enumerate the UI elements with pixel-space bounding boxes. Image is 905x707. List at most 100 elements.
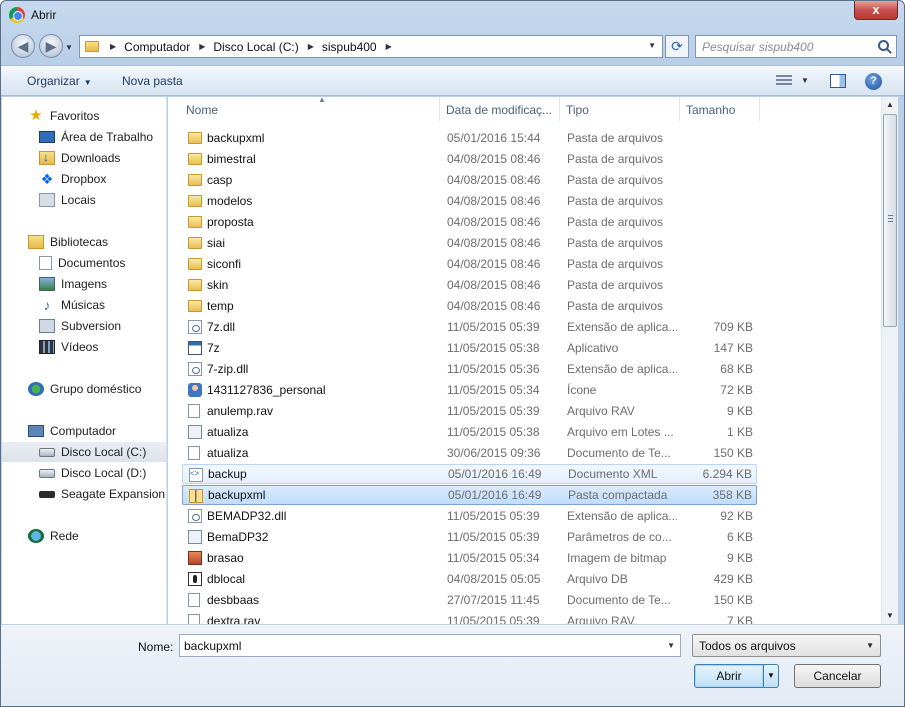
- breadcrumb-computer[interactable]: Computador: [122, 40, 192, 54]
- cancel-button[interactable]: Cancelar: [794, 664, 881, 688]
- file-row[interactable]: siconfi 04/08/2015 08:46 Pasta de arquivos: [182, 254, 757, 274]
- file-type-filter[interactable]: Todos os arquivos ▼: [692, 634, 881, 657]
- sidebar-item-disco-local-c[interactable]: Disco Local (C:): [2, 442, 166, 462]
- scroll-down-arrow[interactable]: ▼: [882, 608, 898, 624]
- subversion-icon: [39, 319, 55, 333]
- organize-button[interactable]: Organizar ▼: [27, 74, 92, 88]
- chevron-down-icon[interactable]: ▼: [667, 641, 675, 650]
- file-row[interactable]: backupxml 05/01/2016 15:44 Pasta de arquiv…: [182, 128, 757, 148]
- address-bar[interactable]: ▶ Computador ▶ Disco Local (C:) ▶ sispub…: [79, 35, 663, 58]
- file-type: Extensão de aplica...: [567, 509, 677, 523]
- column-header-size[interactable]: Tamanho: [680, 97, 760, 121]
- dialog-footer: Nome: backupxml ▼ Todos os arquivos ▼ Ab…: [1, 624, 904, 706]
- dropbox-icon: ❖: [40, 171, 54, 187]
- file-row[interactable]: skin 04/08/2015 08:46 Pasta de arquivos: [182, 275, 757, 295]
- file-type: Ícone: [567, 383, 597, 397]
- sidebar-item-seagate-expansion[interactable]: Seagate Expansion D: [39, 484, 167, 504]
- back-button[interactable]: ◀: [11, 34, 35, 58]
- file-row[interactable]: proposta 04/08/2015 08:46 Pasta de arquivo…: [182, 212, 757, 232]
- breadcrumb-disco-local-c[interactable]: Disco Local (C:): [211, 40, 300, 54]
- open-button[interactable]: Abrir: [694, 664, 764, 688]
- file-row[interactable]: desbbaas 27/07/2015 11:45 Documento de Te.…: [182, 590, 757, 610]
- sidebar-item-locais[interactable]: Locais: [39, 190, 166, 210]
- file-name-value: backupxml: [184, 639, 242, 653]
- view-options-icon[interactable]: [776, 75, 792, 87]
- file-row[interactable]: casp 04/08/2015 08:46 Pasta de arquivos: [182, 170, 757, 190]
- close-button[interactable]: x: [854, 1, 898, 20]
- chevron-right-icon[interactable]: ▶: [386, 42, 392, 51]
- sidebar-item-favoritos[interactable]: ★ Favoritos: [28, 106, 166, 126]
- address-dropdown[interactable]: ▼: [648, 41, 656, 50]
- file-row[interactable]: 7z 11/05/2015 05:38 Aplicativo 147 KB: [182, 338, 757, 358]
- sidebar-item-disco-local-d[interactable]: Disco Local (D:): [39, 463, 166, 483]
- text-document-icon: [188, 446, 200, 460]
- file-date: 05/01/2016 15:44: [447, 131, 541, 145]
- sidebar-item-computador[interactable]: Computador: [28, 421, 166, 441]
- sidebar-item-musicas[interactable]: ♪ Músicas: [39, 295, 166, 315]
- chevron-down-icon[interactable]: ▼: [801, 76, 809, 85]
- open-options-dropdown[interactable]: ▼: [763, 664, 779, 688]
- file-row[interactable]: modelos 04/08/2015 08:46 Pasta de arquivos: [182, 191, 757, 211]
- sidebar-item-videos[interactable]: Vídeos: [39, 337, 166, 357]
- recent-locations-dropdown[interactable]: ▼: [65, 43, 73, 52]
- breadcrumb-sispub400[interactable]: sispub400: [320, 40, 379, 54]
- file-size: 7 KB: [726, 614, 753, 624]
- scroll-up-arrow[interactable]: ▲: [882, 97, 898, 113]
- file-row[interactable]: backup 05/01/2016 16:49 Documento XML 6.294…: [182, 464, 757, 484]
- file-name-input[interactable]: backupxml ▼: [179, 634, 681, 657]
- title-bar: Abrir x: [1, 1, 904, 29]
- computer-icon: [28, 425, 44, 437]
- sidebar-item-label: Disco Local (D:): [61, 466, 147, 480]
- file-date: 05/01/2016 16:49: [448, 488, 542, 502]
- preview-pane-icon[interactable]: [830, 74, 846, 88]
- file-row[interactable]: backupxml 05/01/2016 16:49 Pasta compactad…: [182, 485, 757, 505]
- help-icon[interactable]: ?: [865, 73, 882, 90]
- search-input[interactable]: Pesquisar sispub400: [695, 35, 897, 58]
- sidebar-item-grupo-domestico[interactable]: Grupo doméstico: [28, 379, 166, 399]
- file-type: Arquivo em Lotes ...: [567, 425, 674, 439]
- file-row[interactable]: BEMADP32.dll 11/05/2015 05:39 Extensão de …: [182, 506, 757, 526]
- chevron-right-icon[interactable]: ▶: [110, 42, 116, 51]
- sidebar-item-label: Músicas: [61, 298, 106, 312]
- sidebar-item-downloads[interactable]: Downloads: [39, 148, 166, 168]
- sidebar-item-label: Documentos: [58, 256, 126, 270]
- file-row[interactable]: dextra.rav 11/05/2015 05:39 Arquivo RAV 7 K…: [182, 611, 757, 624]
- forward-button[interactable]: ▶: [39, 34, 63, 58]
- sidebar-item-imagens[interactable]: Imagens: [39, 274, 166, 294]
- file-row[interactable]: siai 04/08/2015 08:46 Pasta de arquivos: [182, 233, 757, 253]
- file-row[interactable]: atualiza 11/05/2015 05:38 Arquivo em Lotes…: [182, 422, 757, 442]
- sidebar-item-dropbox[interactable]: ❖ Dropbox: [39, 169, 166, 189]
- file-name: backupxml: [207, 131, 265, 145]
- file-row[interactable]: brasao 11/05/2015 05:34 Imagem de bitmap 9 …: [182, 548, 757, 568]
- sidebar-item-documentos[interactable]: Documentos: [39, 253, 166, 273]
- sidebar-item-label: Seagate Expansion D: [61, 487, 167, 501]
- file-row[interactable]: 7z.dll 11/05/2015 05:39 Extensão de aplica…: [182, 317, 757, 337]
- search-icon[interactable]: [878, 40, 889, 51]
- sidebar-item-rede[interactable]: Rede: [28, 526, 166, 546]
- sidebar-item-subversion[interactable]: Subversion: [39, 316, 166, 336]
- refresh-button[interactable]: ⟳: [665, 35, 689, 58]
- column-header-type[interactable]: Tipo: [560, 97, 680, 121]
- file-row[interactable]: 7-zip.dll 11/05/2015 05:36 Extensão de apl…: [182, 359, 757, 379]
- file-row[interactable]: 1431127836_personal 11/05/2015 05:34 Ícone…: [182, 380, 757, 400]
- column-header-name[interactable]: Nome ▲: [180, 97, 440, 121]
- file-row[interactable]: bimestral 04/08/2015 08:46 Pasta de arquiv…: [182, 149, 757, 169]
- vertical-scrollbar[interactable]: ▲ ▼: [881, 97, 898, 624]
- file-row[interactable]: anulemp.rav 11/05/2015 05:39 Arquivo RAV 9 …: [182, 401, 757, 421]
- chevron-right-icon[interactable]: ▶: [308, 42, 314, 51]
- file-row[interactable]: dblocal 04/08/2015 05:05 Arquivo DB 429 KB: [182, 569, 757, 589]
- file-type: Extensão de aplica...: [567, 320, 677, 334]
- file-row[interactable]: atualiza 30/06/2015 09:36 Documento de Te.…: [182, 443, 757, 463]
- sidebar-item-area-de-trabalho[interactable]: Área de Trabalho: [39, 127, 166, 147]
- file-type: Arquivo RAV: [567, 404, 635, 418]
- scrollbar-thumb[interactable]: [883, 114, 897, 327]
- chevron-right-icon[interactable]: ▶: [199, 42, 205, 51]
- column-header-date[interactable]: Data de modificaç...: [440, 97, 560, 121]
- file-type: Pasta de arquivos: [567, 299, 664, 313]
- new-folder-button[interactable]: Nova pasta: [122, 74, 183, 88]
- file-date: 11/05/2015 05:39: [447, 404, 540, 418]
- file-row[interactable]: BemaDP32 11/05/2015 05:39 Parâmetros de co…: [182, 527, 757, 547]
- file-row[interactable]: temp 04/08/2015 08:46 Pasta de arquivos: [182, 296, 757, 316]
- sidebar-item-bibliotecas[interactable]: Bibliotecas: [28, 232, 166, 252]
- file-size: 92 KB: [720, 509, 753, 523]
